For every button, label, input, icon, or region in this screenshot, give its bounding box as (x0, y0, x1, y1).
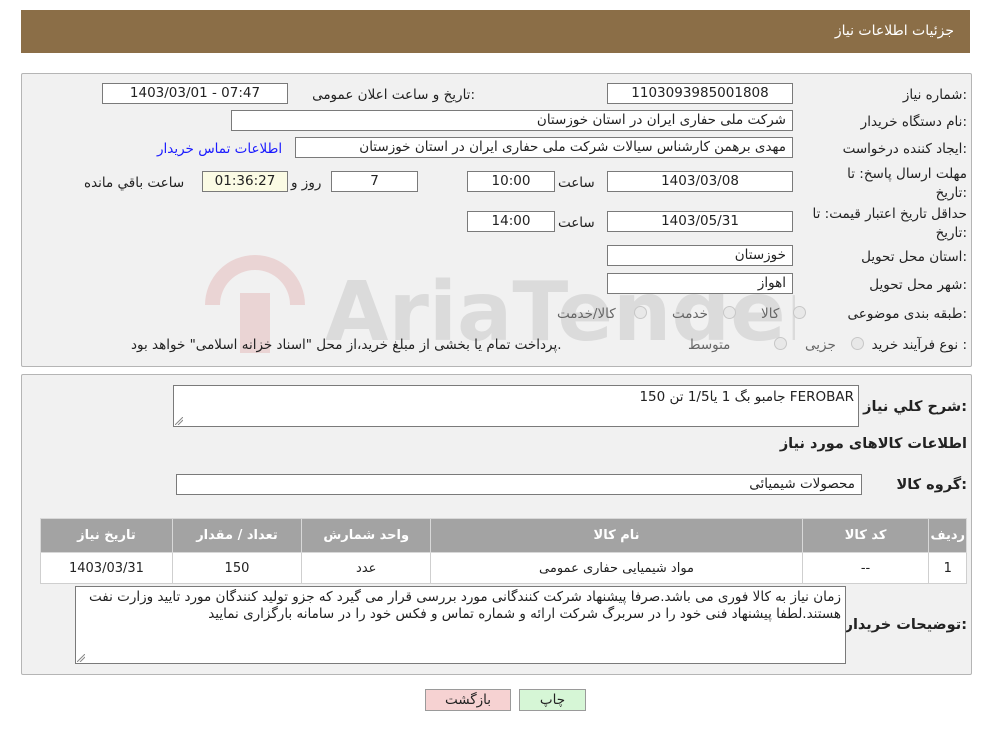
cell-item-name: مواد شیمیایی حفاری عمومی (430, 552, 803, 584)
resize-handle-icon[interactable] (77, 654, 85, 662)
announce-datetime-label: تاریخ و ساعت اعلان عمومی: (312, 87, 475, 103)
category-option-service: خدمت (672, 306, 708, 322)
validity-date-field: 1403/05/31 (607, 211, 793, 232)
need-description-label: شرح کلي نياز: (863, 399, 967, 415)
delivery-province-field: خوزستان (607, 245, 793, 266)
col-quantity: تعداد / مقدار (171, 518, 303, 553)
requester-label: ایجاد کننده درخواست: (842, 141, 967, 157)
remaining-time-label: ساعت باقي مانده (84, 175, 185, 191)
delivery-province-label: استان محل تحویل: (861, 249, 967, 265)
buyer-notes-label: توضیحات خریدار: (844, 617, 967, 633)
col-item-code: کد کالا (801, 518, 930, 553)
days-label: روز و (291, 175, 322, 191)
cell-row-number: 1 (928, 552, 967, 584)
need-number-label: شماره نیاز: (902, 87, 967, 103)
cell-unit: عدد (301, 552, 432, 584)
goods-group-label: گروه کالا: (896, 477, 967, 493)
delivery-city-label: شهر محل تحویل: (869, 277, 967, 293)
purchase-radio-medium[interactable] (774, 337, 787, 350)
page-header: جزئیات اطلاعات نیاز (21, 10, 970, 53)
buyer-notes-text: زمان نیاز به کالا فوری می باشد.صرفا پیشن… (89, 589, 841, 622)
validity-time-label: ساعت (558, 215, 595, 231)
goods-info-heading: اطلاعات کالاهای مورد نیاز (779, 436, 967, 452)
response-time-field: 10:00 (467, 171, 555, 192)
table-row: 1 -- مواد شیمیایی حفاری عمومی عدد 150 14… (40, 552, 967, 584)
page-title: جزئیات اطلاعات نیاز (834, 23, 954, 39)
col-need-date: تاریخ نیاز (40, 518, 173, 553)
back-button[interactable]: بازگشت (425, 689, 511, 711)
category-option-goods: کالا (761, 306, 780, 322)
response-date-field: 1403/03/08 (607, 171, 793, 192)
goods-group-field: محصولات شیمیائی (176, 474, 862, 495)
category-label: طبقه بندی موضوعی: (847, 306, 967, 322)
goods-table: ردیف کد کالا نام کالا واحد شمارش تعداد /… (40, 518, 967, 584)
announce-datetime-field: 1403/03/01 - 07:47 (102, 83, 288, 104)
purchase-payment-note: پرداخت تمام یا بخشی از مبلغ خرید،از محل … (131, 337, 562, 353)
col-row-number: ردیف (928, 518, 967, 553)
cell-item-code: -- (801, 552, 930, 584)
validity-time-field: 14:00 (467, 211, 555, 232)
need-description-text: 150 جامبو بگ 1 یا1/5 تن FEROBAR (639, 389, 854, 405)
col-item-name: نام کالا (430, 518, 803, 553)
remaining-time-field: 01:36:27 (202, 171, 288, 192)
category-option-both: کالا/خدمت (557, 306, 616, 322)
cell-need-date: 1403/03/31 (40, 552, 173, 584)
purchase-radio-minor[interactable] (851, 337, 864, 350)
purchase-option-medium: متوسط (688, 337, 731, 353)
requester-field: مهدی برهمن کارشناس سیالات شرکت ملی حفاری… (295, 137, 793, 158)
buyer-org-field: شرکت ملی حفاری ایران در استان خوزستان (231, 110, 793, 131)
price-validity-label: حداقل تاریخ اعتبار قیمت: تا تاریخ: (812, 206, 967, 241)
buyer-contact-link[interactable]: اطلاعات تماس خریدار (157, 141, 282, 157)
response-deadline-label: مهلت ارسال پاسخ: تا تاریخ: (847, 166, 967, 201)
print-button[interactable]: چاپ (519, 689, 586, 711)
delivery-city-field: اهواز (607, 273, 793, 294)
buyer-org-label: نام دستگاه خریدار: (860, 114, 967, 130)
cell-quantity: 150 (171, 552, 303, 584)
purchase-type-label: نوع فرآیند خرید : (871, 337, 967, 353)
category-radio-both[interactable] (634, 306, 647, 319)
purchase-option-minor: جزیی (805, 337, 836, 353)
need-number-field: 1103093985001808 (607, 83, 793, 104)
buyer-notes-box: زمان نیاز به کالا فوری می باشد.صرفا پیشن… (75, 586, 846, 664)
category-radio-service[interactable] (723, 306, 736, 319)
resize-handle-icon[interactable] (175, 417, 183, 425)
days-field: 7 (331, 171, 418, 192)
response-time-label: ساعت (558, 175, 595, 191)
need-description-box: 150 جامبو بگ 1 یا1/5 تن FEROBAR (173, 385, 859, 427)
goods-table-header: ردیف کد کالا نام کالا واحد شمارش تعداد /… (40, 518, 967, 553)
category-radio-goods[interactable] (793, 306, 806, 319)
col-unit: واحد شمارش (301, 518, 432, 553)
